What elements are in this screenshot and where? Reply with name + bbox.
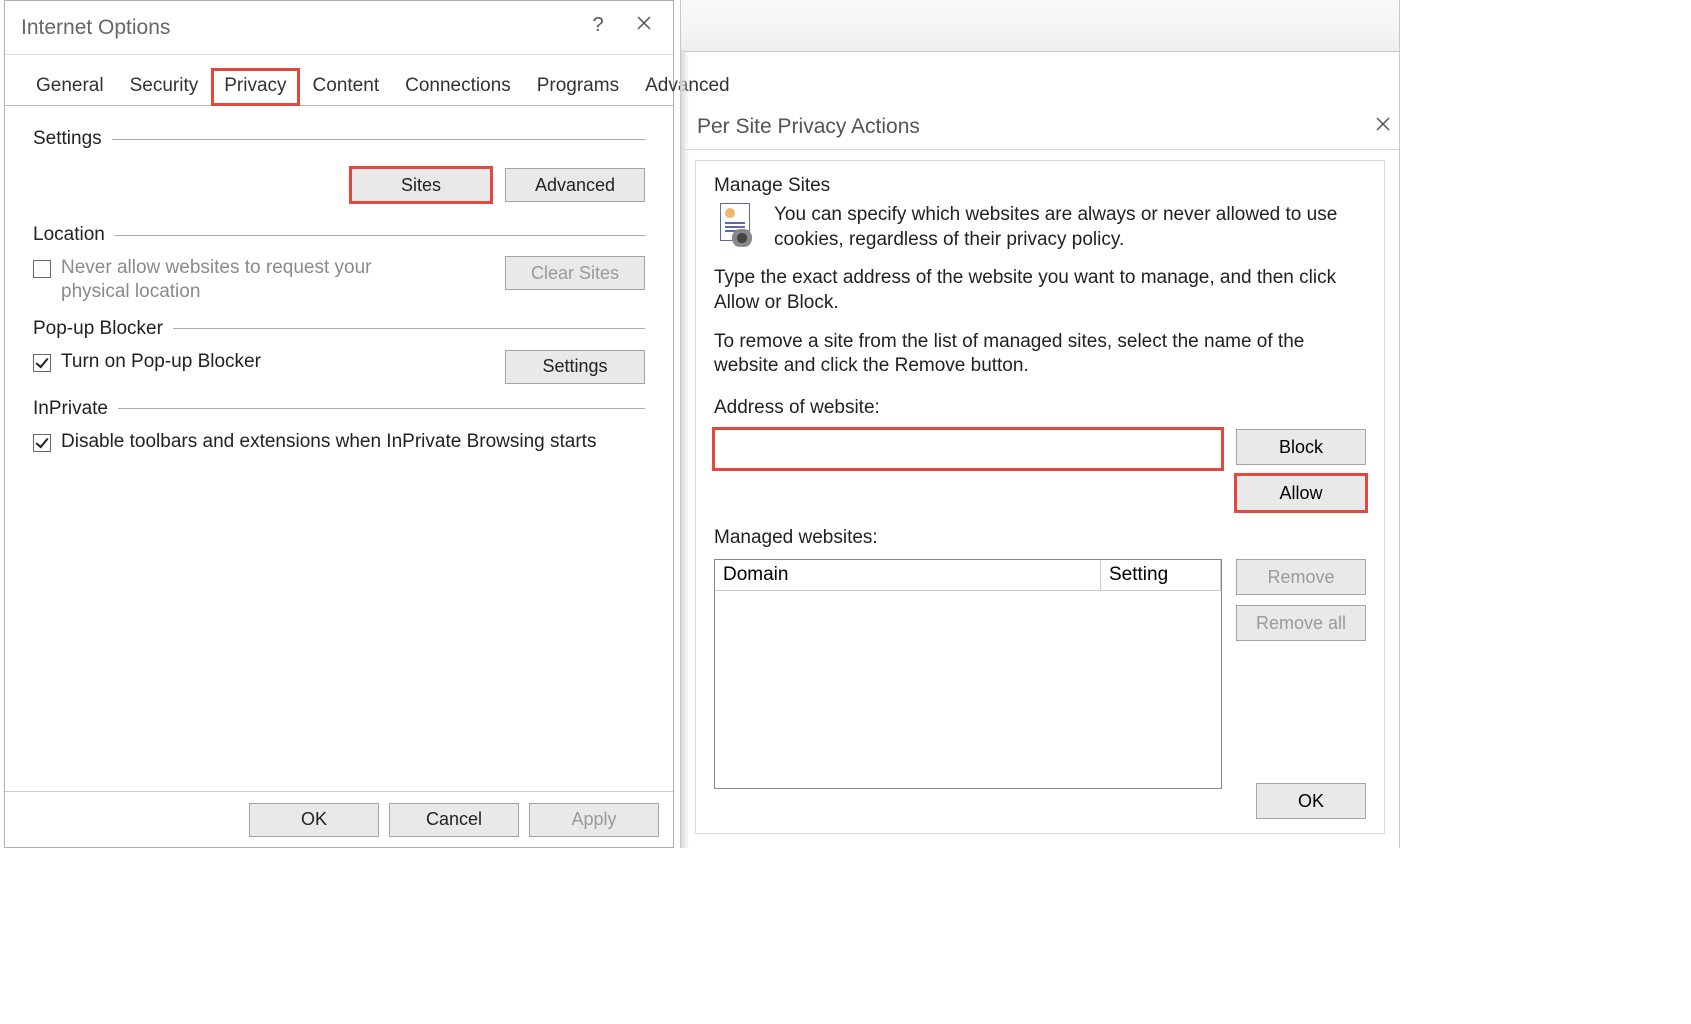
tab-connections[interactable]: Connections	[392, 68, 524, 106]
per-site-title: Per Site Privacy Actions	[697, 115, 1375, 139]
block-button[interactable]: Block	[1236, 429, 1366, 465]
remove-button[interactable]: Remove	[1236, 559, 1366, 595]
address-input[interactable]	[714, 429, 1222, 469]
section-location-label: Location	[33, 224, 105, 246]
allow-button[interactable]: Allow	[1236, 475, 1366, 511]
manage-sites-label: Manage Sites	[714, 175, 1366, 197]
clear-sites-button[interactable]: Clear Sites	[505, 256, 645, 290]
managed-websites-list[interactable]: Domain Setting	[714, 559, 1222, 789]
column-domain[interactable]: Domain	[715, 560, 1101, 590]
intro-text: You can specify which websites are alway…	[774, 203, 1366, 252]
divider	[173, 328, 645, 329]
tab-programs[interactable]: Programs	[524, 68, 632, 106]
instructions-2: To remove a site from the list of manage…	[714, 330, 1366, 379]
popup-blocker-checkbox[interactable]	[33, 354, 51, 372]
tab-privacy[interactable]: Privacy	[211, 68, 299, 106]
section-settings: Settings	[33, 128, 645, 150]
shadow	[681, 50, 689, 848]
ok-button[interactable]: OK	[249, 803, 379, 837]
section-popup-label: Pop-up Blocker	[33, 318, 163, 340]
internet-options-body: Settings Sites Advanced Location Never a…	[5, 106, 673, 453]
internet-options-titlebar: Internet Options ?	[5, 1, 673, 55]
close-button[interactable]	[621, 14, 667, 42]
section-settings-label: Settings	[33, 128, 102, 150]
advanced-button[interactable]: Advanced	[505, 168, 645, 202]
inprivate-disable-toolbars-label: Disable toolbars and extensions when InP…	[61, 430, 596, 454]
section-inprivate: InPrivate	[33, 398, 645, 420]
per-site-window: Per Site Privacy Actions Manage Sites Yo…	[680, 0, 1400, 848]
never-allow-location-checkbox[interactable]	[33, 260, 51, 278]
inprivate-disable-toolbars-checkbox[interactable]	[33, 434, 51, 452]
background-strip	[681, 0, 1399, 52]
never-allow-location-label: Never allow websites to request your phy…	[61, 256, 441, 304]
section-popup: Pop-up Blocker	[33, 318, 645, 340]
section-location: Location	[33, 224, 645, 246]
help-button[interactable]: ?	[575, 14, 621, 42]
internet-options-footer: OK Cancel Apply	[5, 791, 673, 847]
divider	[118, 408, 645, 409]
section-inprivate-label: InPrivate	[33, 398, 108, 420]
divider	[112, 139, 645, 140]
internet-options-dialog: Internet Options ? General Security Priv…	[4, 0, 674, 848]
remove-all-button[interactable]: Remove all	[1236, 605, 1366, 641]
instructions-1: Type the exact address of the website yo…	[714, 266, 1366, 315]
address-label: Address of website:	[714, 397, 1366, 419]
internet-options-title: Internet Options	[21, 16, 575, 40]
managed-websites-header: Domain Setting	[715, 560, 1221, 591]
sites-button[interactable]: Sites	[351, 168, 491, 202]
tab-content[interactable]: Content	[300, 68, 393, 106]
per-site-titlebar: Per Site Privacy Actions	[681, 104, 1399, 150]
tab-general[interactable]: General	[23, 68, 117, 106]
divider	[115, 235, 645, 236]
popup-blocker-label: Turn on Pop-up Blocker	[61, 350, 261, 374]
per-site-body: Manage Sites You can specify which websi…	[695, 160, 1385, 834]
column-setting[interactable]: Setting	[1101, 560, 1221, 590]
tab-security[interactable]: Security	[117, 68, 212, 106]
per-site-ok-button[interactable]: OK	[1256, 783, 1366, 819]
privacy-document-icon	[714, 203, 758, 247]
managed-websites-label: Managed websites:	[714, 527, 1366, 549]
close-button[interactable]	[1375, 116, 1391, 137]
cancel-button[interactable]: Cancel	[389, 803, 519, 837]
apply-button[interactable]: Apply	[529, 803, 659, 837]
internet-options-tabs: General Security Privacy Content Connect…	[5, 55, 673, 106]
popup-settings-button[interactable]: Settings	[505, 350, 645, 384]
